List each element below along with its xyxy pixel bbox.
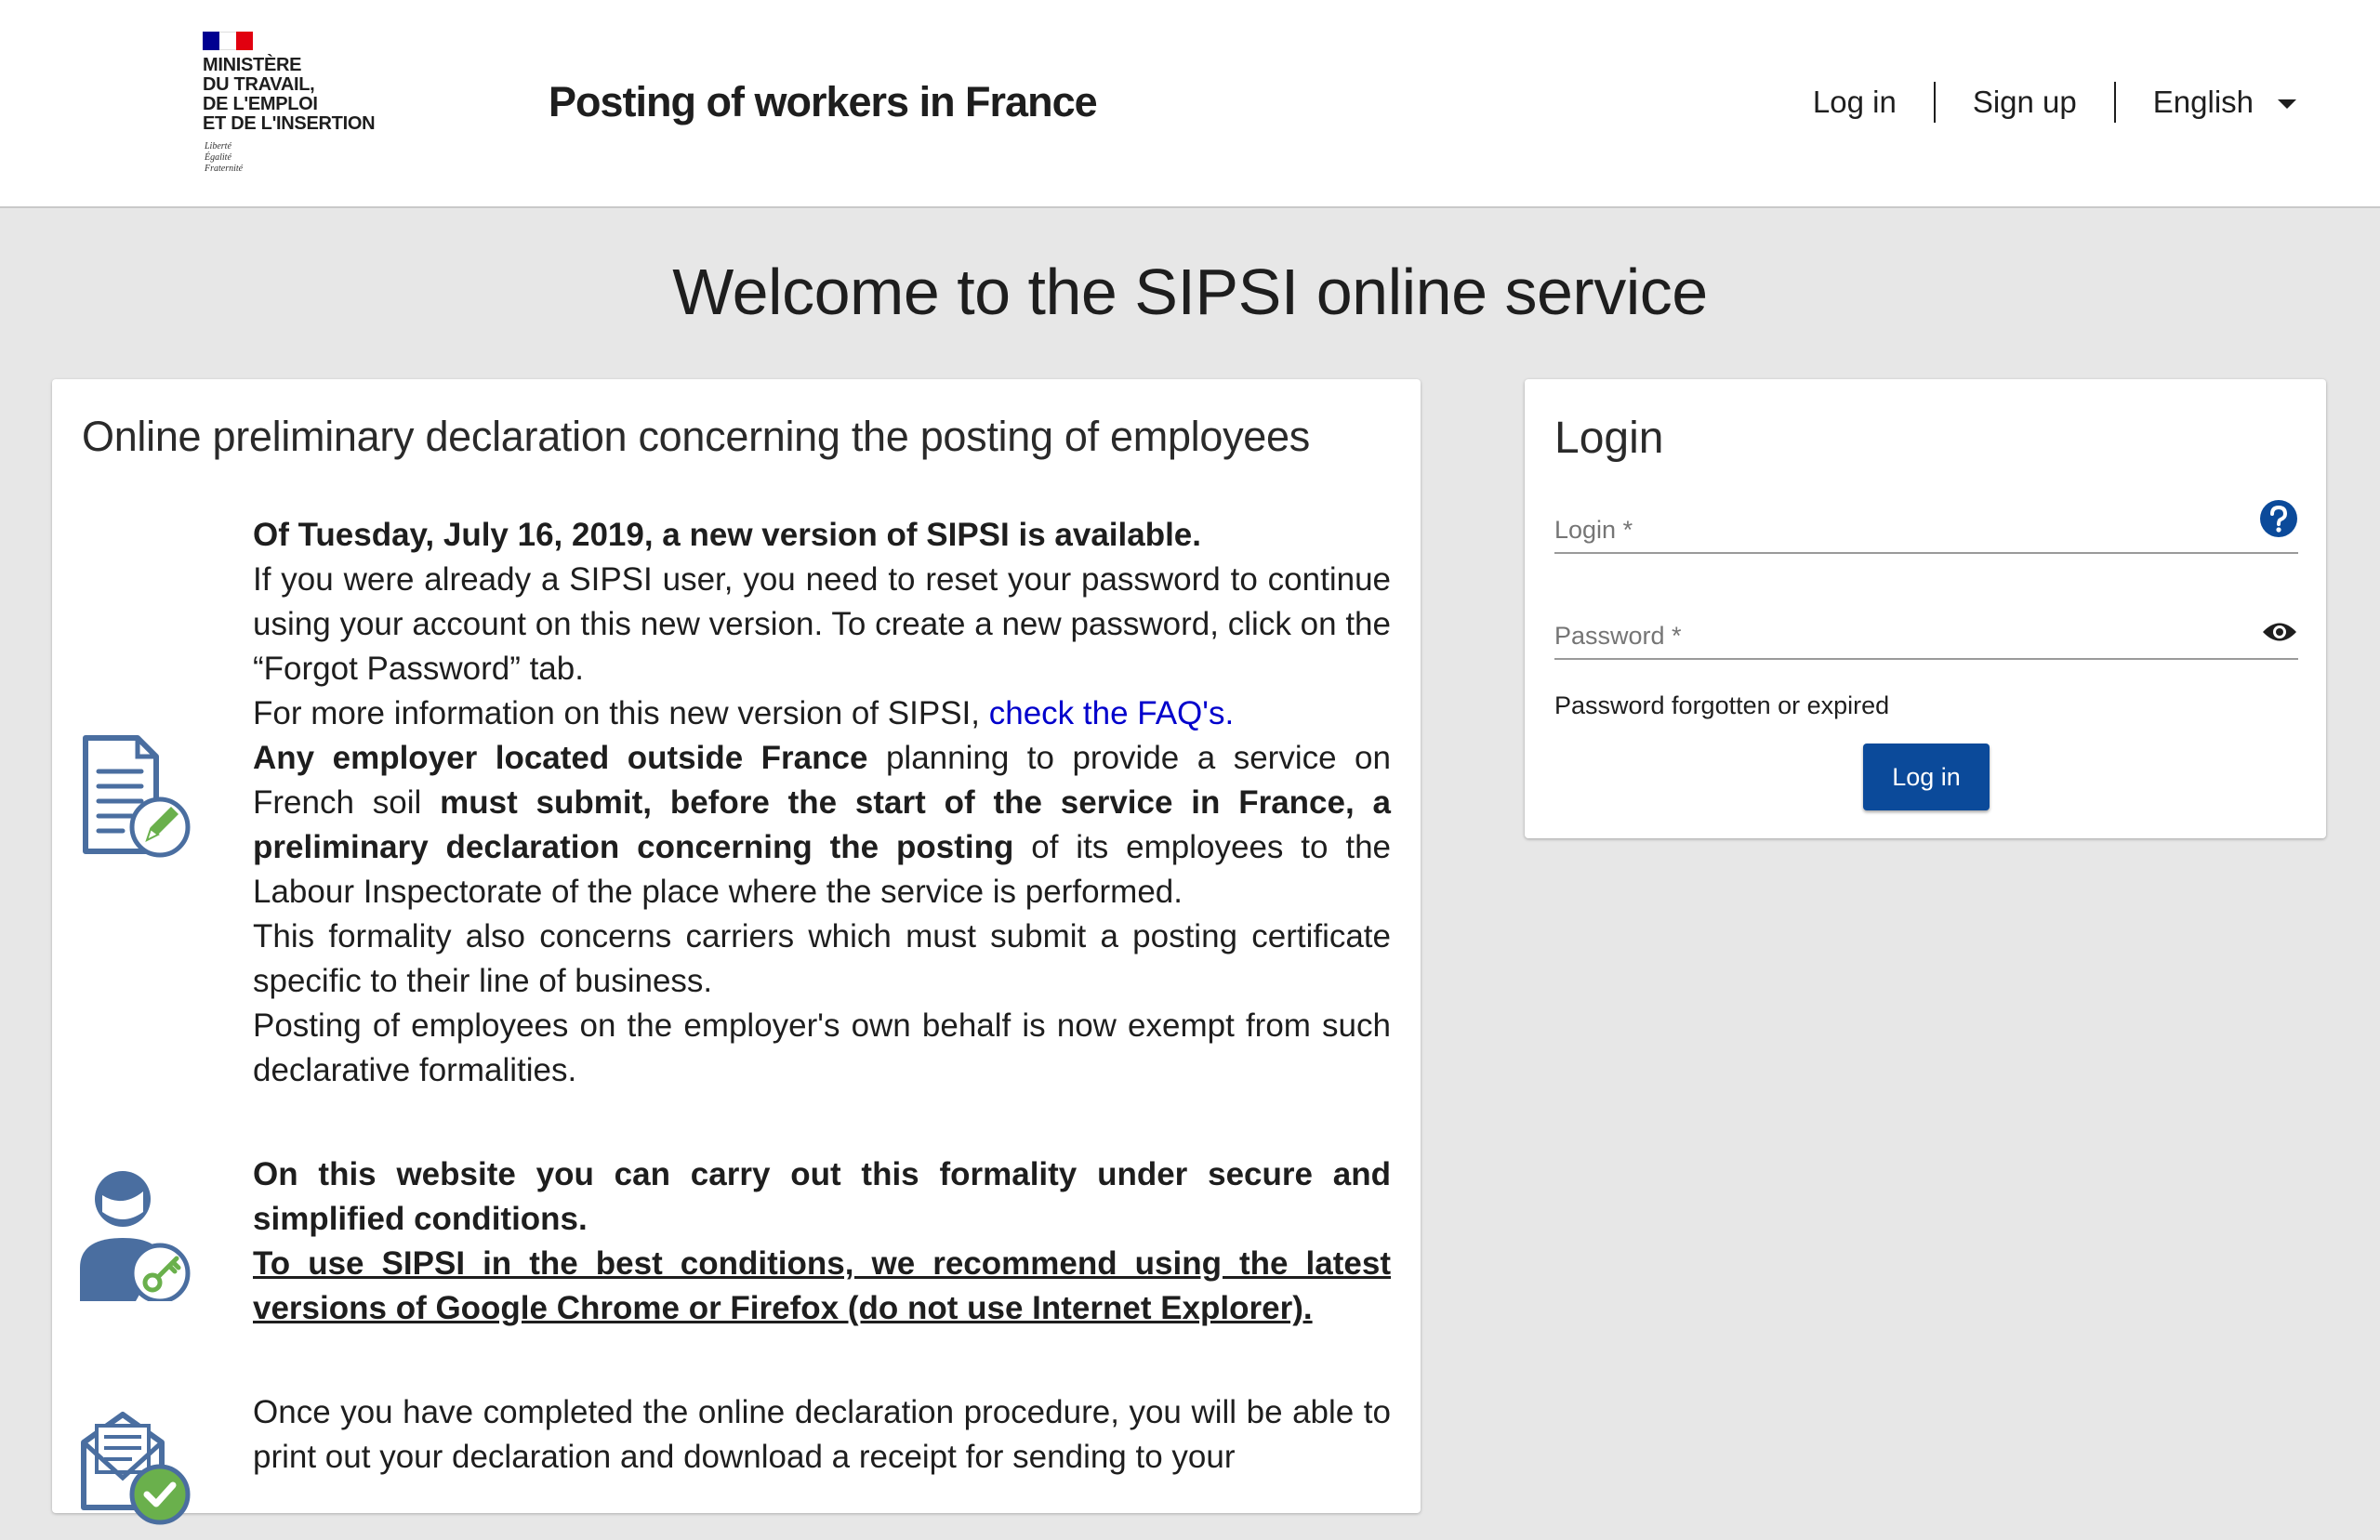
page-title: Welcome to the SIPSI online service <box>672 256 1708 328</box>
print-paragraph: Once you have completed the online decla… <box>253 1390 1391 1480</box>
language-label: English <box>2152 85 2254 119</box>
ministry-logo[interactable]: MINISTÈRE DU TRAVAIL, DE L'EMPLOI ET DE … <box>203 32 389 180</box>
envelope-check-icon <box>80 1405 195 1535</box>
faq-link[interactable]: check the FAQ's. <box>989 695 1234 731</box>
forgot-password-link[interactable]: Password forgotten or expired <box>1554 691 1889 720</box>
nav-divider <box>1933 82 1936 123</box>
nav-divider <box>2113 82 2116 123</box>
user-key-icon <box>80 1171 195 1304</box>
print-text: Once you have completed the online decla… <box>253 1394 1391 1475</box>
help-icon[interactable] <box>2259 499 2298 543</box>
announcement-paragraph: Of Tuesday, July 16, 2019, a new version… <box>253 513 1391 1093</box>
republic-motto: Liberté Égalité Fraternité <box>205 141 244 174</box>
carriers-text: This formality also concerns carriers wh… <box>253 918 1391 999</box>
site-title[interactable]: Posting of workers in France <box>549 78 1098 126</box>
nav-signup-link[interactable]: Sign up <box>1973 85 2077 120</box>
info-card-title: Online preliminary declaration concernin… <box>82 413 1310 460</box>
login-field[interactable]: Login * <box>1554 498 2298 554</box>
language-select[interactable]: English <box>2153 85 2296 120</box>
announcement-heading: Of Tuesday, July 16, 2019, a new version… <box>253 517 1201 553</box>
employer-bold-text: Any employer located outside France <box>253 740 868 776</box>
secure-paragraph: On this website you can carry out this f… <box>253 1152 1391 1331</box>
ministry-name: MINISTÈRE DU TRAVAIL, DE L'EMPLOI ET DE … <box>203 55 376 134</box>
login-field-label: Login * <box>1554 516 1633 544</box>
login-card: Login Login * Password * Password forgot… <box>1525 379 2326 838</box>
faq-text: For more information on this new version… <box>253 695 980 731</box>
login-card-title: Login <box>1554 414 1664 463</box>
eye-icon[interactable] <box>2261 620 2298 649</box>
password-field-label: Password * <box>1554 622 1682 650</box>
secure-heading: On this website you can carry out this f… <box>253 1156 1391 1237</box>
browser-recommendation: To use SIPSI in the best conditions, we … <box>253 1245 1391 1326</box>
info-card: Online preliminary declaration concernin… <box>52 379 1421 1525</box>
header-nav: Log in Sign up English <box>1813 82 2296 123</box>
caret-down-icon <box>2278 99 2296 109</box>
french-flag-icon <box>203 32 253 50</box>
announcement-text: If you were already a SIPSI user, you ne… <box>253 561 1391 687</box>
login-button[interactable]: Log in <box>1863 744 1990 810</box>
nav-login-link[interactable]: Log in <box>1813 85 1897 120</box>
exemption-text: Posting of employees on the employer's o… <box>253 1007 1391 1088</box>
document-edit-icon <box>80 734 195 864</box>
password-field[interactable]: Password * <box>1554 604 2298 660</box>
site-header: MINISTÈRE DU TRAVAIL, DE L'EMPLOI ET DE … <box>0 0 2380 208</box>
